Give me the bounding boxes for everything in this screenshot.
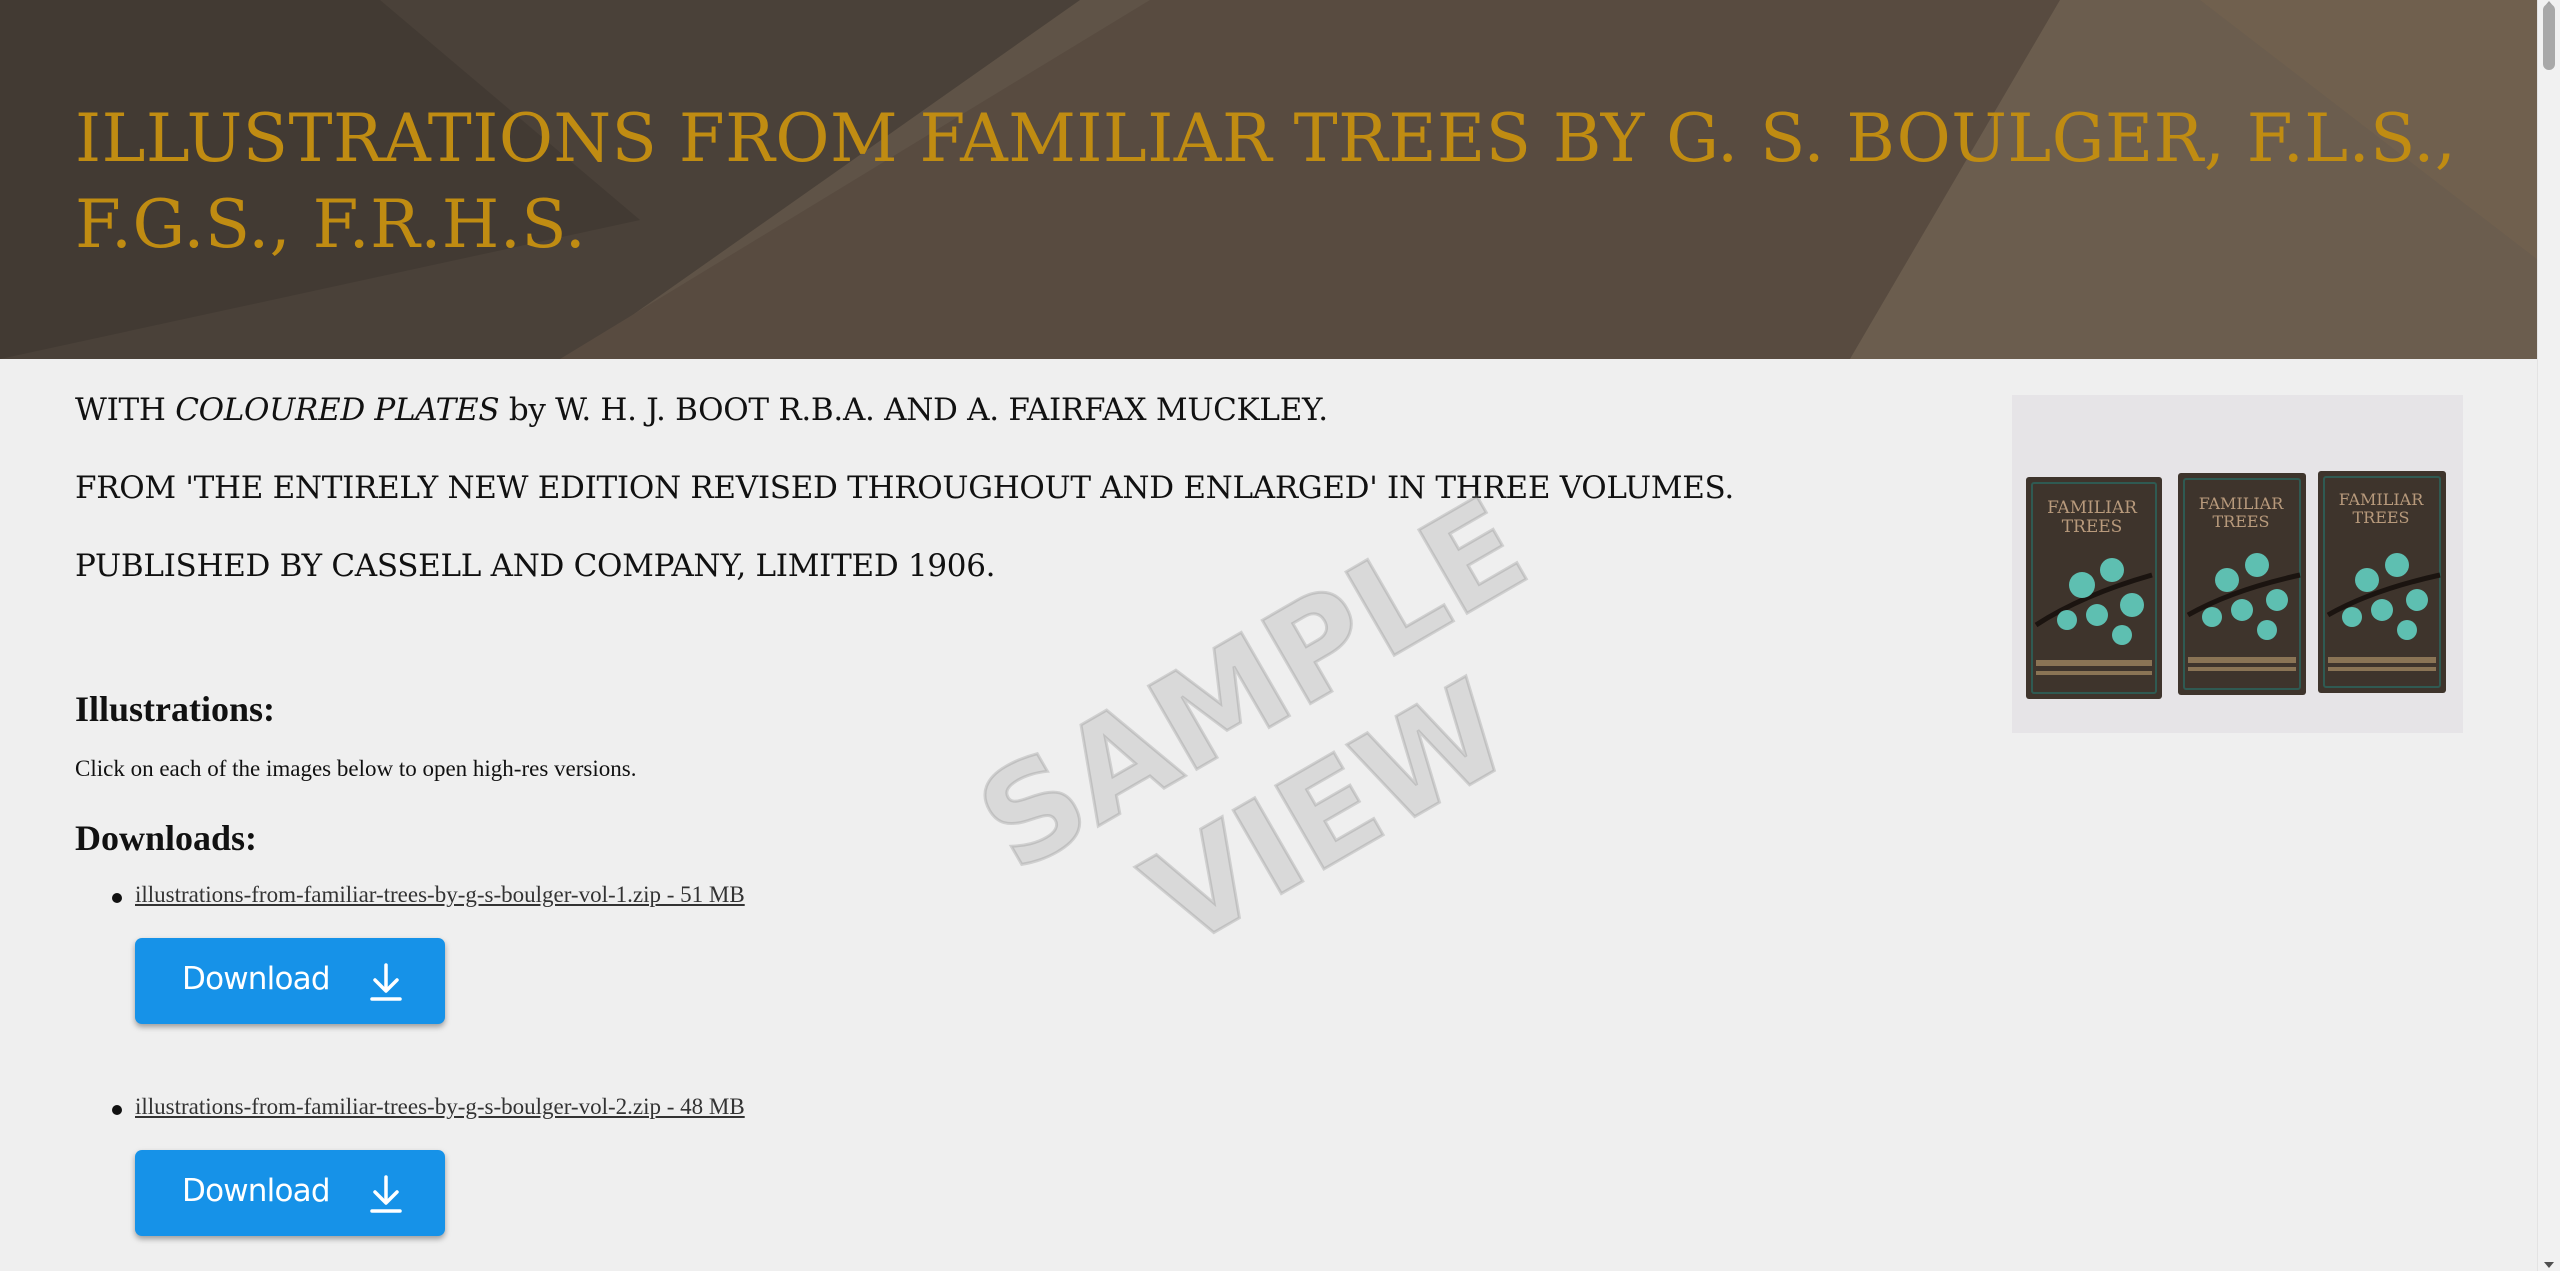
book-volume-3: FAMILIAR TREES [2318, 471, 2446, 693]
svg-text:FAMILIAR: FAMILIAR [2199, 494, 2284, 513]
intro-line-plates: WITH COLOURED PLATES by W. H. J. BOOT R.… [75, 392, 1328, 428]
page-title: ILLUSTRATIONS FROM FAMILIAR TREES BY G. … [75, 100, 2457, 263]
download-link-vol-1[interactable]: illustrations-from-familiar-trees-by-g-s… [135, 880, 745, 910]
download-button-vol-2[interactable]: Download [135, 1150, 445, 1236]
intro-line-publisher: PUBLISHED BY CASSELL AND COMPANY, LIMITE… [75, 548, 996, 584]
svg-text:FAMILIAR: FAMILIAR [2047, 498, 2138, 518]
svg-text:FAMILIAR: FAMILIAR [2339, 490, 2424, 509]
download-button-vol-1[interactable]: Download [135, 938, 445, 1024]
download-button-label: Download [182, 961, 331, 997]
svg-text:TREES: TREES [2352, 508, 2409, 527]
book-cover-photo[interactable]: FAMILIAR TREES FAMILIAR TREES FAMILIAR T… [2012, 395, 2463, 733]
list-bullet [112, 1105, 122, 1115]
book-cover-image: FAMILIAR TREES FAMILIAR TREES FAMILIAR T… [2012, 395, 2463, 733]
download-arrow-icon [370, 963, 402, 1001]
scroll-down-arrow-icon[interactable] [2544, 1262, 2554, 1268]
scrollbar-thumb[interactable] [2543, 4, 2555, 70]
list-bullet [112, 893, 122, 903]
illustrations-note: Click on each of the images below to ope… [75, 756, 637, 781]
download-arrow-icon [370, 1175, 402, 1213]
svg-text:TREES: TREES [2212, 512, 2269, 531]
download-button-label: Download [182, 1173, 331, 1209]
book-volume-2: FAMILIAR TREES [2178, 473, 2306, 695]
intro-line-edition: FROM 'THE ENTIRELY NEW EDITION REVISED T… [75, 470, 1734, 506]
intro-text: WITH COLOURED PLATES by W. H. J. BOOT R.… [75, 392, 1875, 626]
book-volume-1: FAMILIAR TREES [2026, 477, 2162, 699]
svg-text:TREES: TREES [2062, 517, 2123, 537]
page: ILLUSTRATIONS FROM FAMILIAR TREES BY G. … [0, 0, 2538, 1271]
download-item: illustrations-from-familiar-trees-by-g-s… [75, 880, 745, 1092]
header-banner: ILLUSTRATIONS FROM FAMILIAR TREES BY G. … [0, 0, 2538, 359]
download-link-vol-2[interactable]: illustrations-from-familiar-trees-by-g-s… [135, 1092, 745, 1122]
downloads-heading: Downloads: [75, 818, 258, 858]
vertical-scrollbar[interactable] [2537, 0, 2560, 1271]
downloads-list: illustrations-from-familiar-trees-by-g-s… [75, 880, 745, 1271]
illustrations-heading: Illustrations: [75, 689, 276, 729]
download-item: illustrations-from-familiar-trees-by-g-s… [75, 1092, 745, 1271]
